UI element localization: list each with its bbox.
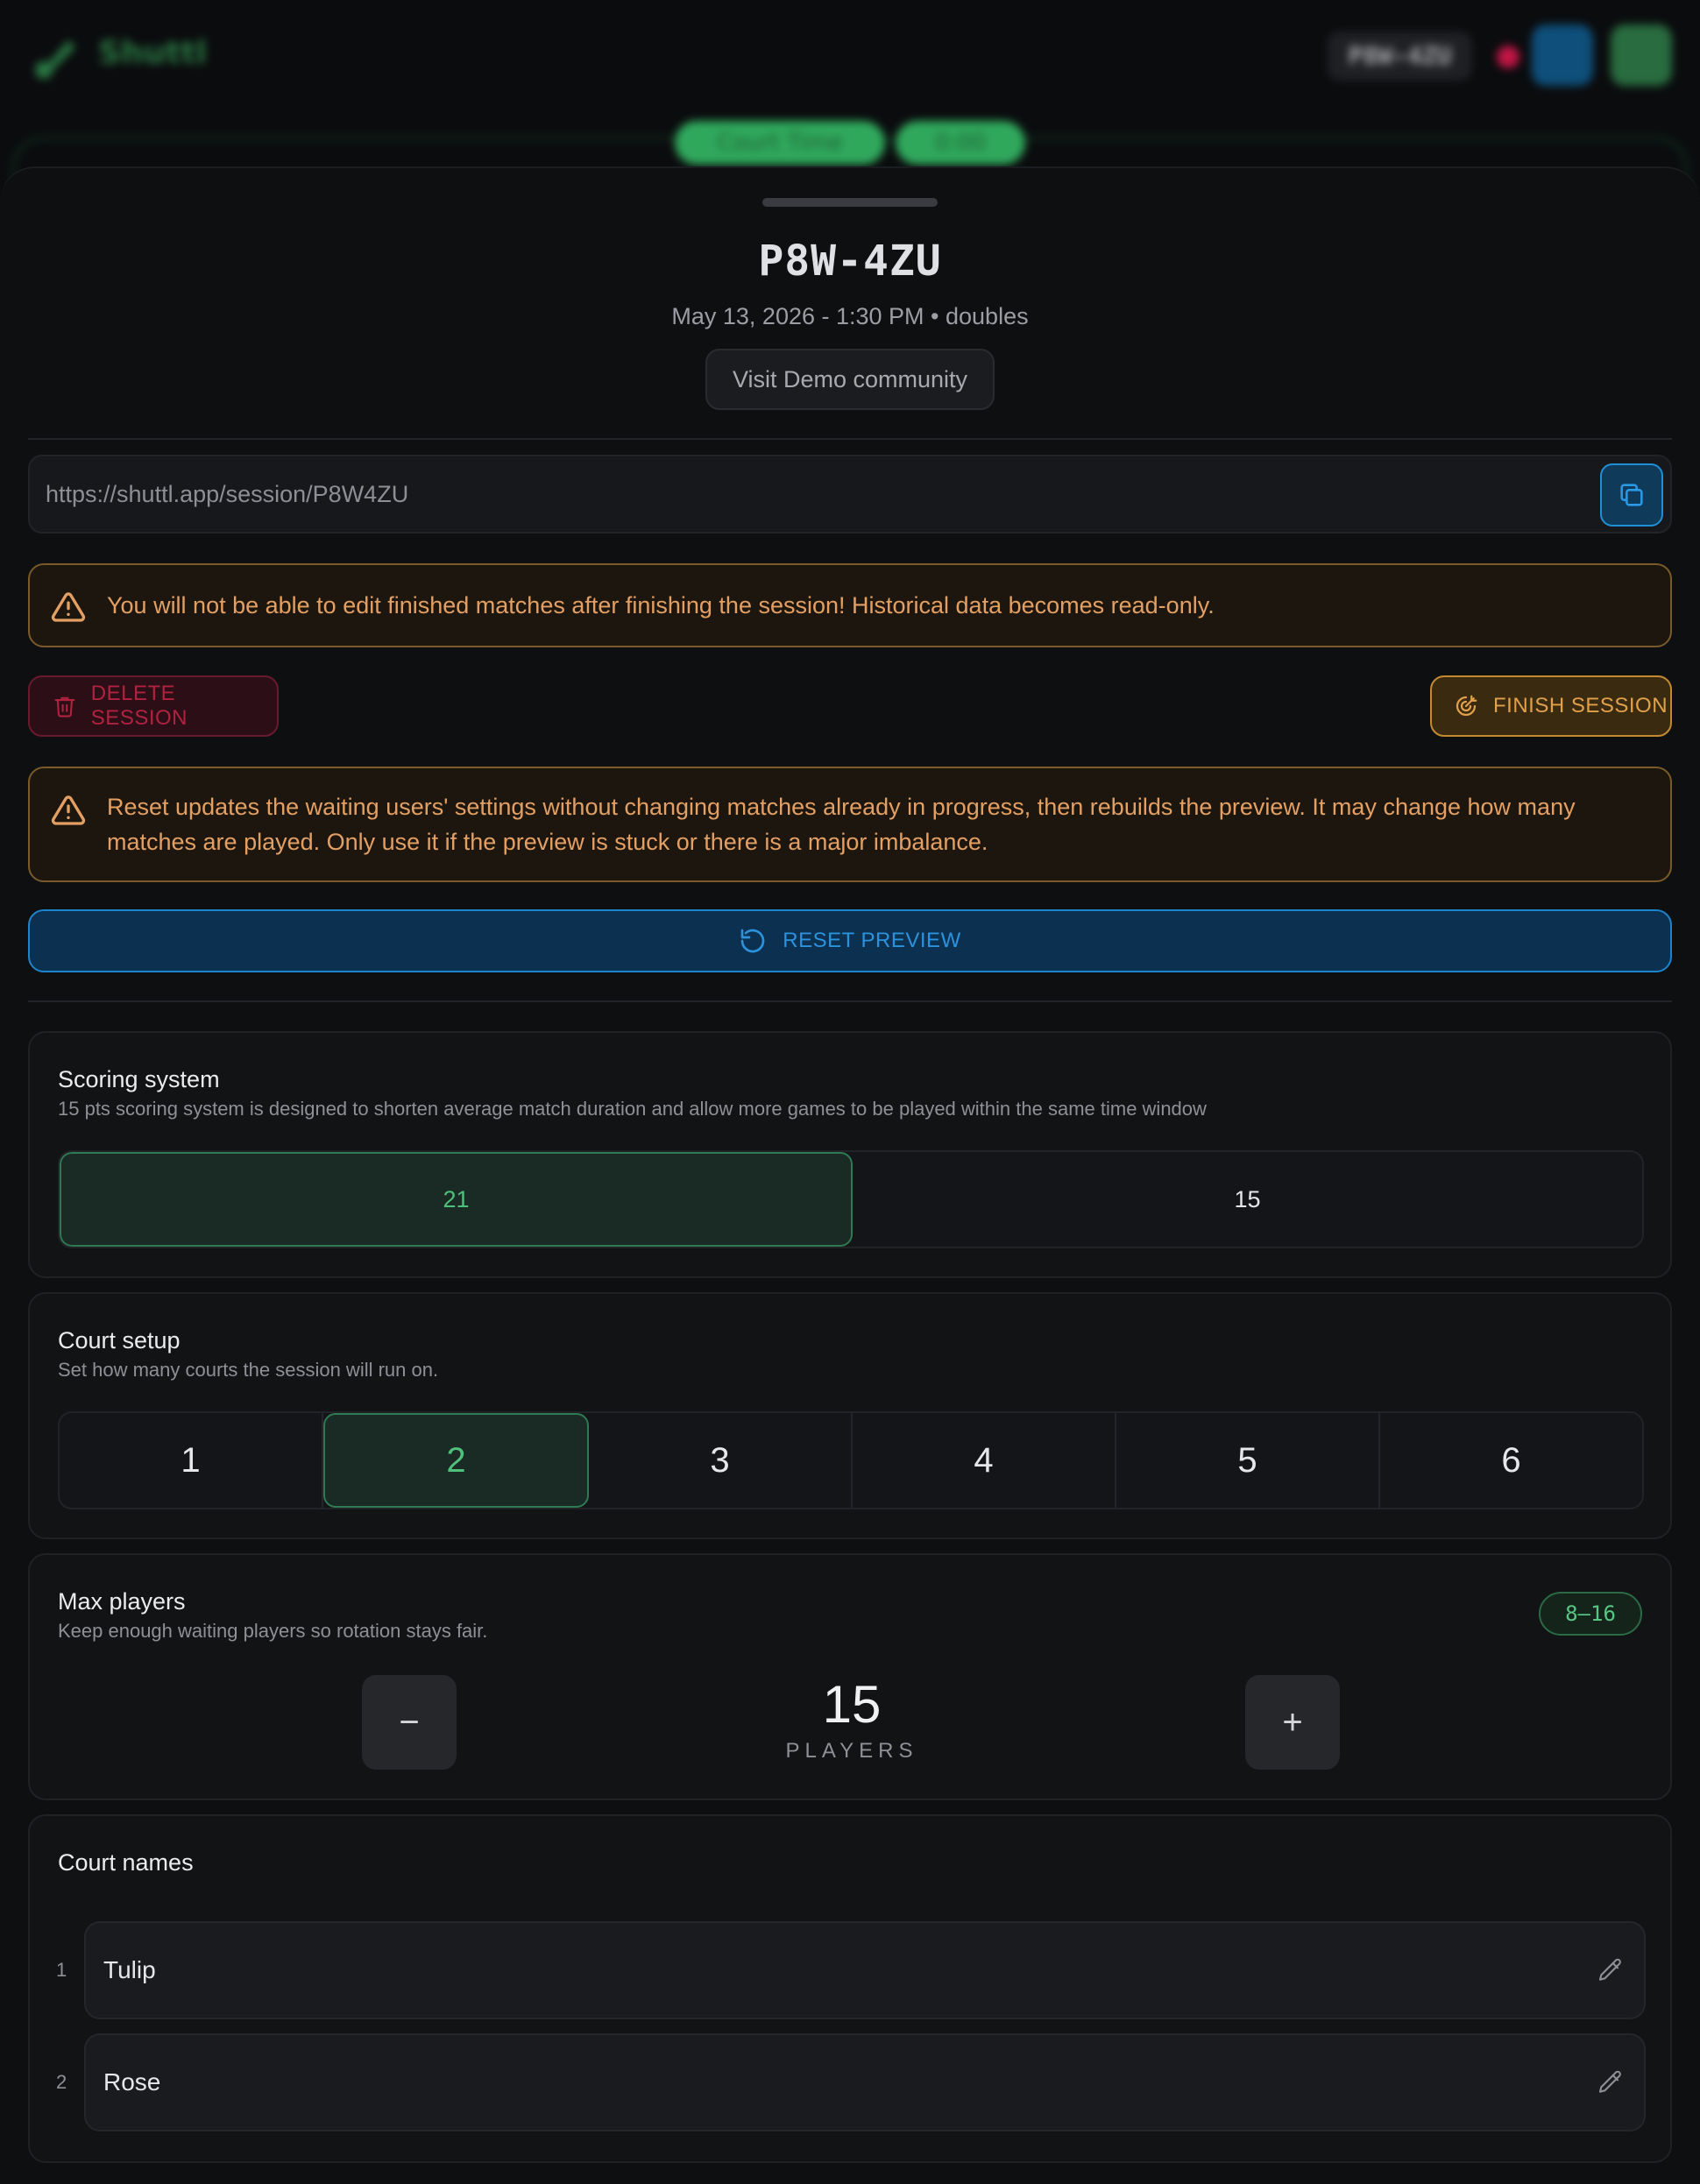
scoring-description: 15 pts scoring system is designed to sho… — [58, 1098, 1207, 1120]
background-app: Shuttl P8W-4ZU Court Time 0:00 — [0, 0, 1700, 242]
reset-preview-button[interactable]: RESET PREVIEW — [28, 909, 1672, 972]
scoring-selector: 21 15 — [58, 1150, 1644, 1248]
reset-warning-text: Reset updates the waiting users' setting… — [107, 794, 1576, 855]
delete-session-button[interactable]: DELETE SESSION — [28, 675, 279, 737]
court-names-title: Court names — [58, 1849, 194, 1876]
divider — [28, 438, 1672, 440]
court-count-option-3[interactable]: 3 — [589, 1413, 853, 1508]
background-add-button — [1611, 25, 1672, 86]
pencil-icon[interactable] — [1597, 1956, 1625, 1984]
warning-icon — [51, 795, 86, 825]
court-name-value: Tulip — [103, 1956, 156, 1983]
court-count-option-1[interactable]: 1 — [60, 1413, 323, 1508]
max-players-unit: PLAYERS — [785, 1739, 918, 1763]
max-players-card: Max players Keep enough waiting players … — [28, 1553, 1672, 1800]
increase-players-button[interactable]: + — [1245, 1675, 1340, 1770]
court-names-card: Court names 1 Tulip 2 Rose — [28, 1814, 1672, 2163]
scoring-system-card: Scoring system 15 pts scoring system is … — [28, 1031, 1672, 1278]
reset-icon — [740, 929, 765, 953]
court-setup-description: Set how many courts the session will run… — [58, 1359, 439, 1381]
visit-community-button[interactable]: Visit Demo community — [705, 349, 995, 410]
court-name-field[interactable]: Tulip — [84, 1921, 1646, 2019]
court-count-option-4[interactable]: 4 — [853, 1413, 1116, 1508]
court-name-row: 1 Tulip — [30, 1921, 1674, 2019]
reset-preview-label: RESET PREVIEW — [783, 929, 961, 952]
finish-warning-banner: You will not be able to edit finished ma… — [28, 563, 1672, 647]
divider — [28, 1000, 1672, 1002]
max-players-description: Keep enough waiting players so rotation … — [58, 1620, 488, 1642]
max-players-value: 15 — [822, 1675, 882, 1734]
timer-chip: 0:00 — [896, 121, 1025, 165]
session-settings-sheet: P8W-4ZU May 13, 2026 - 1:30 PM • doubles… — [0, 166, 1700, 2184]
scoring-title: Scoring system — [58, 1066, 220, 1092]
court-count-option-2[interactable]: 2 — [323, 1413, 589, 1508]
copy-icon — [1620, 484, 1643, 506]
session-subtitle: May 13, 2026 - 1:30 PM • doubles — [671, 303, 1029, 329]
background-action-button — [1532, 25, 1593, 86]
share-url-field[interactable]: https://shuttl.app/session/P8W4ZU — [28, 455, 1672, 534]
court-index: 2 — [56, 2071, 67, 2093]
delete-session-label: DELETE SESSION — [90, 682, 188, 730]
max-players-title: Max players — [58, 1588, 186, 1615]
session-code-pill: P8W-4ZU — [1328, 32, 1472, 81]
sheet-drag-handle[interactable] — [762, 198, 938, 207]
court-count-selector: 1 2 3 4 5 6 — [58, 1411, 1644, 1509]
pencil-icon[interactable] — [1597, 2068, 1625, 2096]
session-title: P8W-4ZU — [758, 237, 942, 286]
finish-target-icon — [1456, 695, 1477, 717]
court-index: 1 — [56, 1959, 67, 1981]
finish-session-label: FINISH SESSION — [1493, 694, 1668, 717]
warning-icon — [51, 592, 86, 622]
court-name-value: Rose — [103, 2068, 161, 2096]
finish-session-button[interactable]: FINISH SESSION — [1430, 675, 1672, 737]
brand-name: Shuttl — [98, 35, 207, 71]
finish-warning-text: You will not be able to edit finished ma… — [107, 592, 1215, 618]
court-setup-card: Court setup Set how many courts the sess… — [28, 1292, 1672, 1539]
copy-link-button[interactable] — [1600, 463, 1663, 527]
trash-icon — [54, 696, 75, 717]
court-count-option-5[interactable]: 5 — [1116, 1413, 1380, 1508]
court-time-chip: Court Time — [675, 121, 885, 165]
court-setup-title: Court setup — [58, 1327, 181, 1354]
scoring-option-21[interactable]: 21 — [60, 1152, 853, 1247]
shuttlecock-logo-icon — [35, 40, 75, 79]
scoring-option-15[interactable]: 15 — [853, 1152, 1642, 1247]
share-url-text: https://shuttl.app/session/P8W4ZU — [46, 481, 409, 507]
live-indicator — [1497, 46, 1519, 68]
court-name-field[interactable]: Rose — [84, 2033, 1646, 2131]
player-range-badge: 8–16 — [1539, 1592, 1642, 1636]
court-name-row: 2 Rose — [30, 2033, 1674, 2131]
reset-warning-banner: Reset updates the waiting users' setting… — [28, 767, 1672, 882]
court-count-option-6[interactable]: 6 — [1380, 1413, 1642, 1508]
